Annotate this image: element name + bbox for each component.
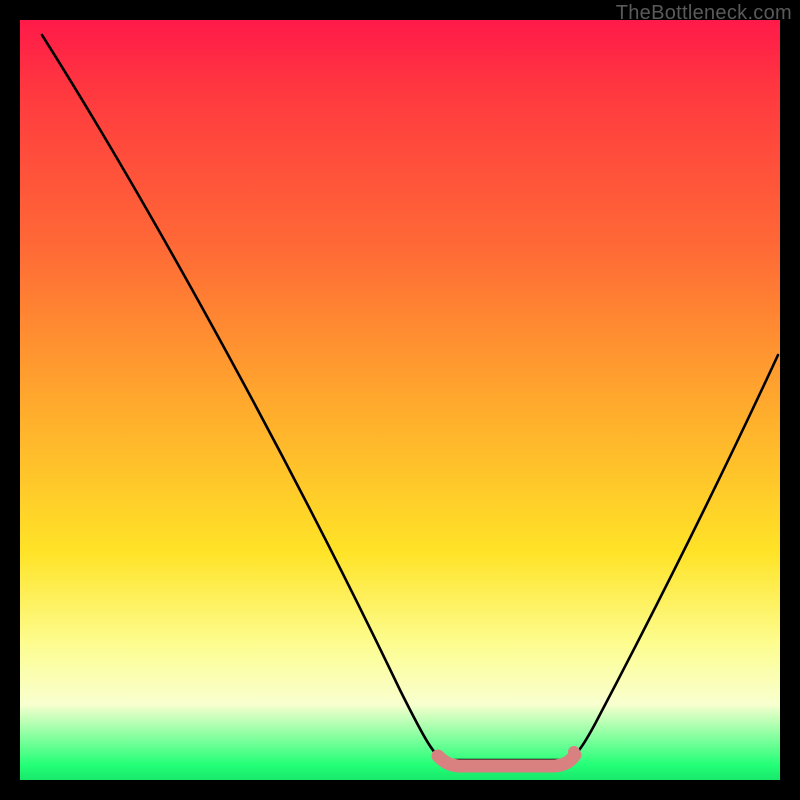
- bottleneck-curve: [42, 35, 778, 760]
- plot-area: [20, 20, 780, 780]
- min-range-gap-dot: [568, 746, 580, 758]
- min-range-marker: [438, 755, 575, 766]
- chart-svg: [20, 20, 780, 780]
- chart-stage: TheBottleneck.com: [0, 0, 800, 800]
